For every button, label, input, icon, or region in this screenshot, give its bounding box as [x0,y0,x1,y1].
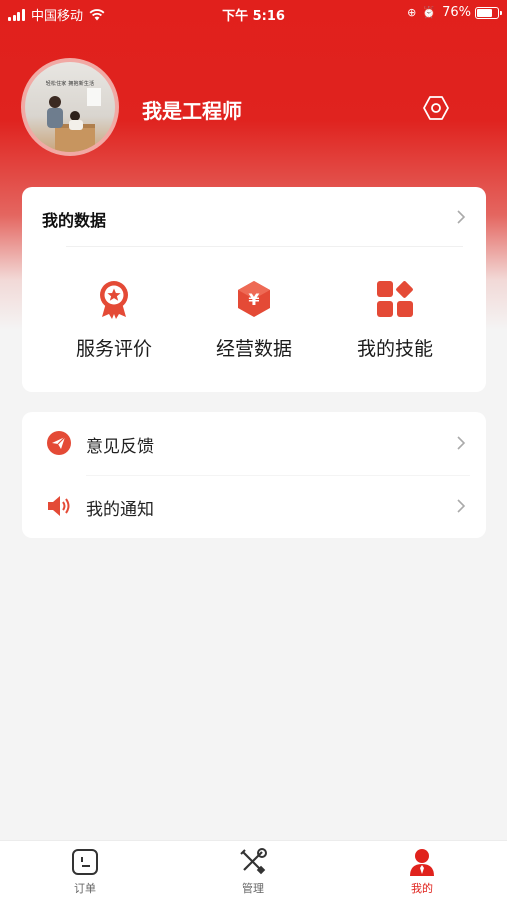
battery-fill [477,8,493,17]
menu-card: 意见反馈 我的通知 [22,412,486,538]
business-data-label: 经营数据 [215,338,292,360]
app-grid-icon [377,281,413,317]
card-divider [66,246,463,247]
tab-mine-label: 我的 [411,882,433,895]
my-skills-entry[interactable]: 我的技能 [325,279,465,361]
notifications-chevron-right-icon [457,499,466,513]
speaker-icon [48,496,70,516]
award-ribbon-icon [100,281,128,319]
business-data-entry[interactable]: ¥ 经营数据 [184,279,324,361]
my-data-title: 我的数据 [42,211,107,230]
service-rating-entry[interactable]: 服务评价 [44,279,184,361]
settings-icon[interactable] [422,94,450,122]
my-skills-label: 我的技能 [356,338,433,360]
alarm-icon: ⏰ [422,6,437,19]
tab-management-label: 管理 [242,882,264,895]
status-right: ⊕ ⏰ 76% [407,5,502,20]
battery-icon [475,6,502,19]
tab-bar: 订单 管理 我的 [0,840,507,900]
tab-orders-label: 订单 [74,882,96,895]
user-name: 我是工程师 [142,99,242,123]
feedback-chevron-right-icon [457,436,466,450]
tab-orders[interactable]: 订单 [25,847,145,896]
yuan-hexagon-icon: ¥ [238,281,270,317]
battery-percent: 76% [442,5,471,20]
family-photo-illustration [47,88,101,152]
tab-mine[interactable]: 我的 [362,847,482,896]
svg-text:¥: ¥ [248,290,259,309]
person-icon [410,849,434,876]
notifications-row[interactable]: 我的通知 [22,475,486,538]
notifications-label: 我的通知 [86,500,154,520]
paper-plane-icon [47,431,71,455]
avatar-photo: 轻松住家 拥抱新生活 [25,62,115,152]
orientation-lock-icon: ⊕ [407,6,417,19]
tab-management[interactable]: 管理 [193,847,313,896]
feedback-row[interactable]: 意见反馈 [22,412,486,475]
service-rating-label: 服务评价 [75,338,152,360]
my-data-chevron-right-icon[interactable] [456,210,466,224]
avatar[interactable]: 轻松住家 拥抱新生活 [21,58,119,156]
feedback-label: 意见反馈 [86,437,154,457]
order-icon [72,849,98,875]
status-bar: 中国移动 下午 5:16 ⊕ ⏰ 76% [0,0,507,28]
tools-icon [240,848,267,875]
